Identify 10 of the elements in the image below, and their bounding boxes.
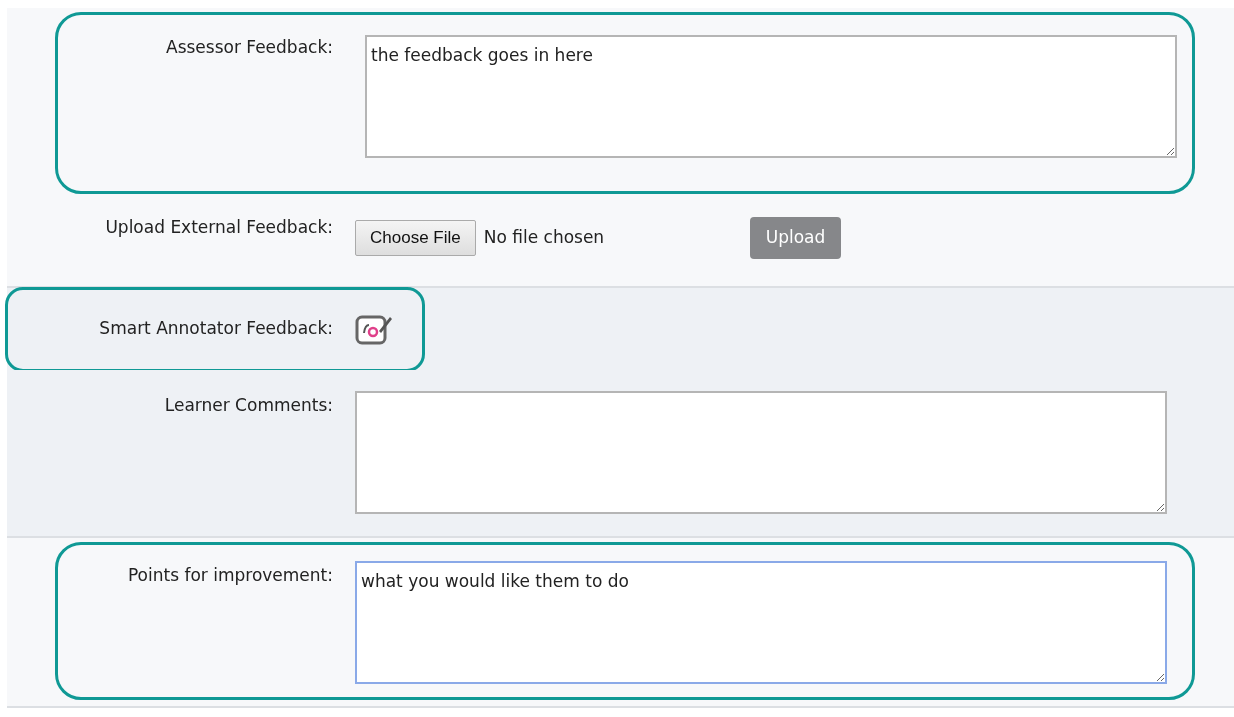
file-status: No file chosen: [483, 226, 606, 250]
field-label: Upload External Feedback:: [104, 216, 334, 239]
choose-file-button[interactable]: Choose File: [355, 220, 476, 256]
field-label: Assessor Feedback:: [165, 36, 334, 59]
text-area[interactable]: what you would like them to do: [355, 561, 1167, 684]
field-label: Smart Annotator Feedback:: [98, 317, 334, 341]
text-area[interactable]: the feedback goes in here: [365, 35, 1177, 158]
upload-button[interactable]: Upload: [749, 217, 842, 259]
field-label: Learner Comments:: [163, 394, 334, 417]
field-label: Points for improvement:: [126, 564, 334, 587]
